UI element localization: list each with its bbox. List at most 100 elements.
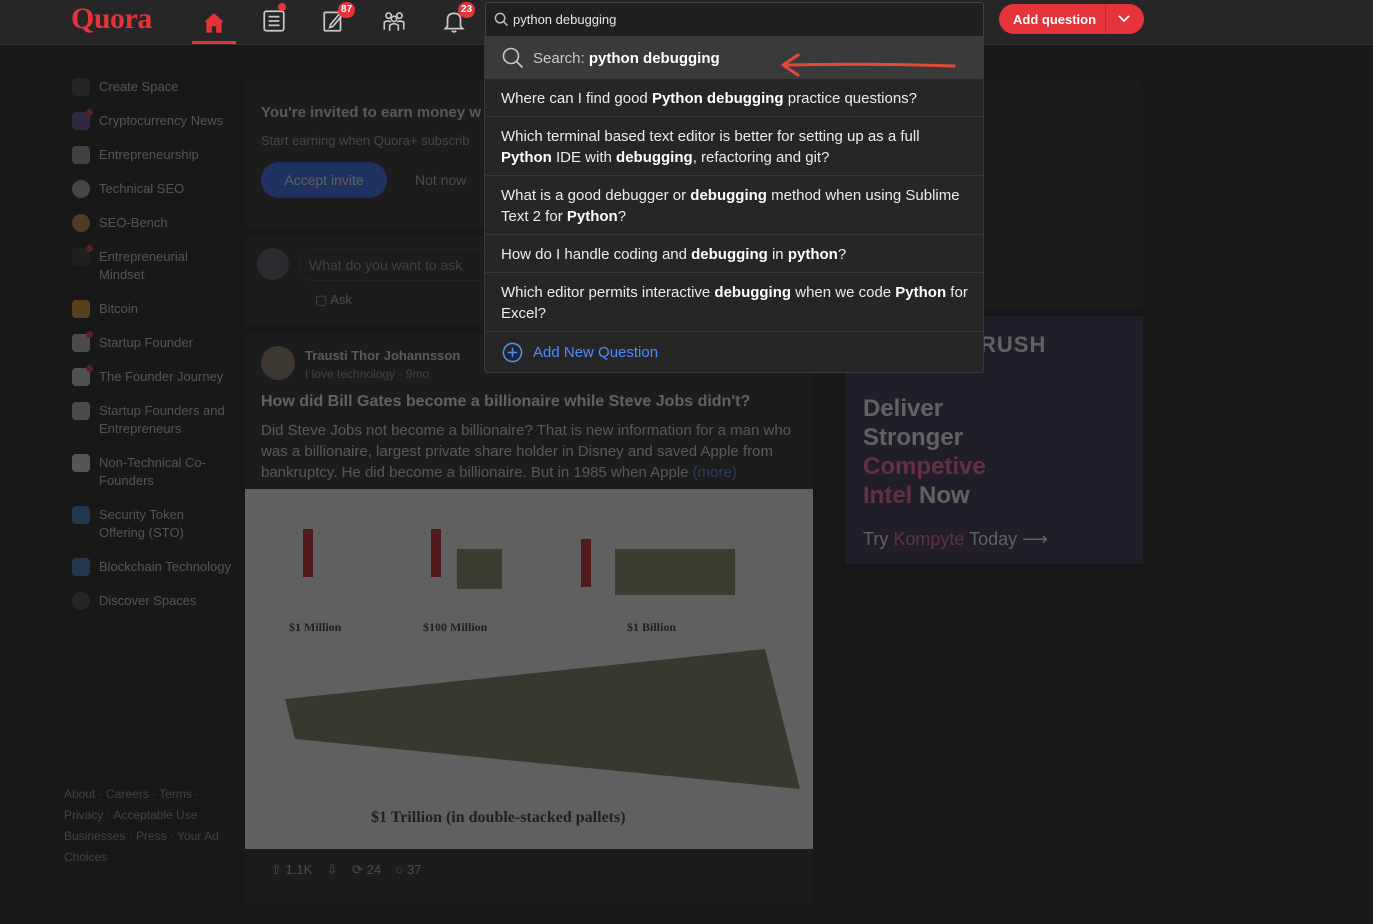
- search-for-query-text: Search: python debugging: [533, 50, 720, 67]
- quora-logo[interactable]: Quora: [71, 2, 152, 36]
- notifications-badge: 23: [458, 2, 476, 18]
- author-credential: I love technology · 9mo: [305, 367, 430, 381]
- image-label: $1 Million: [289, 620, 342, 634]
- sidebar-item-label: Blockchain Technology: [99, 559, 232, 574]
- share-count: 24: [366, 862, 382, 877]
- sidebar-item-discover-spaces[interactable]: Discover Spaces: [64, 592, 232, 610]
- image-label: $100 Million: [423, 620, 488, 634]
- suggestion-item[interactable]: Which editor permits interactive debuggi…: [485, 272, 983, 332]
- avatar: [257, 248, 289, 280]
- ad-cta[interactable]: Try Kompyte Today ⟶: [863, 529, 1048, 550]
- sidebar-item-space[interactable]: The Founder Journey: [64, 365, 232, 386]
- search-input[interactable]: python debugging: [485, 2, 984, 38]
- post-question-title[interactable]: How did Bill Gates become a billionaire …: [261, 393, 750, 411]
- feed-post: Trausti Thor Johannsson I love technolog…: [245, 334, 813, 904]
- space-icon: [72, 506, 90, 524]
- comment-icon[interactable]: ○: [396, 862, 404, 877]
- comment-count: 37: [407, 862, 422, 877]
- sidebar-item-label: SEO-Bench: [99, 215, 168, 230]
- space-icon: [72, 146, 90, 164]
- sidebar-item-space[interactable]: Entrepreneurial Mindset: [64, 245, 232, 284]
- sidebar-item-space[interactable]: SEO-Bench: [64, 214, 232, 232]
- nav-answer[interactable]: 87: [312, 2, 356, 38]
- space-icon: [72, 402, 90, 420]
- sidebar-item-label: The Founder Journey: [99, 369, 224, 384]
- post-body[interactable]: Did Steve Jobs not become a billionaire?…: [261, 420, 801, 483]
- sidebar-item-create-space[interactable]: Create Space: [64, 78, 232, 96]
- sidebar-item-space[interactable]: Technical SEO: [64, 180, 232, 198]
- chevron-down-icon[interactable]: [1117, 11, 1131, 25]
- space-icon: [72, 245, 93, 266]
- plus-icon: [72, 78, 90, 96]
- add-question-button[interactable]: Add question: [999, 4, 1144, 34]
- question-icon: ▢: [315, 292, 331, 307]
- sidebar-item-label: Technical SEO: [99, 181, 185, 196]
- space-icon: [72, 109, 93, 130]
- invite-title: You're invited to earn money w: [261, 104, 481, 121]
- answer-badge: 87: [338, 2, 356, 18]
- search-input-value: python debugging: [513, 12, 617, 27]
- sidebar-item-space[interactable]: Startup Founder: [64, 331, 232, 352]
- more-link[interactable]: (more): [693, 464, 737, 481]
- following-icon: [263, 10, 285, 32]
- space-icon: [72, 365, 93, 386]
- sidebar-item-space[interactable]: Bitcoin: [64, 300, 232, 318]
- downvote-icon[interactable]: ⇩: [327, 862, 338, 877]
- ad-brand: RUSH: [980, 332, 1047, 357]
- image-label: $1 Billion: [627, 620, 676, 634]
- author-avatar[interactable]: [261, 346, 295, 380]
- compass-icon: [72, 592, 90, 610]
- not-now-button[interactable]: Not now: [415, 172, 466, 188]
- following-dot: [278, 3, 286, 11]
- nav-following[interactable]: [252, 3, 296, 38]
- sidebar-item-label: Startup Founder: [99, 335, 193, 350]
- nav-notifications[interactable]: 23: [432, 2, 476, 38]
- sidebar-item-space[interactable]: Non-Technical Co-Founders: [64, 454, 232, 490]
- sidebar-item-label: Entrepreneurial Mindset: [99, 249, 188, 282]
- suggestion-text: How do I handle coding and debugging in …: [501, 246, 847, 263]
- footer-links[interactable]: About · Careers · Terms · Privacy · Acce…: [64, 784, 224, 868]
- upvote-count: 1.1K: [285, 862, 313, 877]
- suggestion-item[interactable]: Which terminal based text editor is bett…: [485, 116, 983, 176]
- nav-home[interactable]: [192, 4, 236, 44]
- search-icon: [494, 12, 509, 27]
- sidebar-item-label: Discover Spaces: [99, 593, 197, 608]
- accept-invite-button[interactable]: Accept invite: [261, 162, 387, 198]
- suggestion-text: Which editor permits interactive debuggi…: [501, 284, 968, 322]
- ask-label: Ask: [330, 292, 352, 307]
- sidebar-item-label: Entrepreneurship: [99, 147, 199, 162]
- share-icon[interactable]: ⟳: [352, 862, 363, 877]
- space-icon: [72, 454, 90, 472]
- sidebar-item-label: Startup Founders and Entrepreneurs: [99, 403, 225, 436]
- space-icon: [72, 331, 93, 352]
- home-icon: [204, 12, 224, 33]
- ask-button[interactable]: ▢ Ask: [315, 292, 352, 308]
- sidebar-item-space[interactable]: Startup Founders and Entrepreneurs: [64, 402, 232, 438]
- image-label: $1 Trillion (in double-stacked pallets): [371, 809, 626, 826]
- sidebar-item-space[interactable]: Security Token Offering (STO): [64, 506, 232, 542]
- ad-headline: Deliver Stronger Competive Intel Now: [863, 395, 986, 509]
- suggestion-item[interactable]: How do I handle coding and debugging in …: [485, 234, 983, 273]
- upvote-icon[interactable]: ⇧: [271, 862, 282, 877]
- add-question-label: Add question: [1013, 12, 1097, 27]
- space-icon: [72, 300, 90, 318]
- suggestion-text: What is a good debugger or debugging met…: [501, 187, 960, 225]
- suggestion-item[interactable]: What is a good debugger or debugging met…: [485, 175, 983, 235]
- sidebar-item-space[interactable]: Cryptocurrency News: [64, 109, 232, 130]
- add-new-question-button[interactable]: Add New Question: [485, 331, 983, 373]
- sidebar-item-label: Bitcoin: [99, 301, 139, 316]
- suggestion-text: Which terminal based text editor is bett…: [501, 128, 920, 166]
- plus-circle-icon: [502, 342, 523, 363]
- post-image[interactable]: $1 Million $100 Million $1 Billion $1 Tr…: [245, 489, 813, 849]
- sidebar-item-label: Cryptocurrency News: [99, 113, 224, 128]
- spaces-icon: [383, 12, 405, 31]
- author-name[interactable]: Trausti Thor Johannsson: [305, 348, 460, 363]
- sidebar-item-label: Security Token Offering (STO): [99, 507, 185, 540]
- search-suggestions-dropdown: Search: python debugging Where can I fin…: [484, 36, 984, 373]
- suggestion-item[interactable]: Where can I find good Python debugging p…: [485, 78, 983, 117]
- nav-spaces[interactable]: [372, 4, 416, 38]
- sidebar-item-space[interactable]: Entrepreneurship: [64, 146, 232, 164]
- spaces-sidebar: Create Space Cryptocurrency News Entrepr…: [64, 78, 232, 626]
- sidebar-item-label: Create Space: [99, 79, 179, 94]
- sidebar-item-space[interactable]: Blockchain Technology: [64, 558, 232, 576]
